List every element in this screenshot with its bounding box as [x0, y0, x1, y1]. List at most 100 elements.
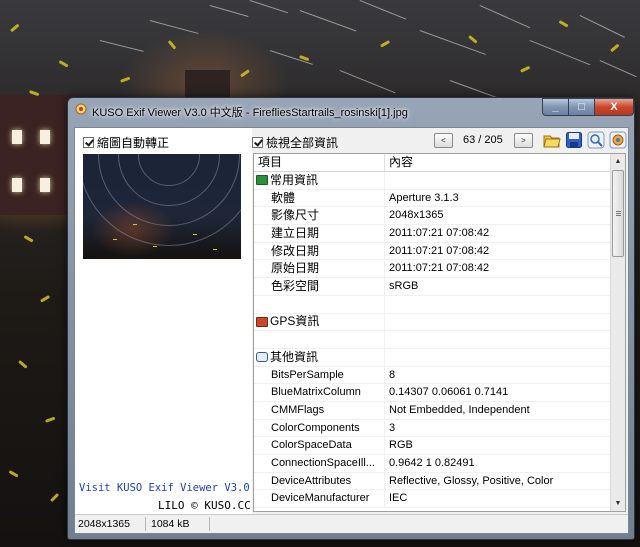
firefly	[23, 235, 34, 243]
close-button[interactable]: X	[594, 98, 634, 116]
item-name: DeviceAttributes	[254, 472, 385, 490]
prev-image-button[interactable]: <	[434, 133, 453, 148]
grip-line	[616, 215, 621, 216]
table-row[interactable]: 修改日期 2011:07:21 07:08:42	[254, 242, 610, 261]
vertical-scrollbar[interactable]: ▲ ▼	[610, 154, 625, 511]
window-title: KUSO Exif Viewer V3.0 中文版 - FirefliesSta…	[92, 107, 408, 119]
grip-line	[616, 211, 621, 212]
lit-window	[40, 178, 50, 192]
auto-rotate-checkbox-row[interactable]: 縮圖自動轉正	[83, 134, 169, 151]
scroll-up-arrow-icon[interactable]: ▲	[611, 154, 625, 169]
grip-line	[616, 213, 621, 214]
image-thumbnail[interactable]	[83, 154, 241, 259]
section-label: 常用資訊	[254, 172, 385, 189]
cell-text: 原始日期	[271, 261, 320, 276]
star-trail	[209, 5, 249, 17]
item-name: 修改日期	[254, 242, 385, 260]
status-filesize: 1084 kB	[148, 517, 210, 531]
cell-text: DeviceManufacturer	[271, 492, 370, 505]
table-row[interactable]: DeviceAttributes Reflective, Glossy, Posi…	[254, 472, 610, 491]
table-row[interactable]: ConnectionSpaceIll... 0.9642 1 0.82491	[254, 455, 610, 473]
table-row[interactable]: DeviceManufacturer IEC	[254, 490, 610, 509]
item-name: DeviceManufacturer	[254, 490, 385, 508]
star-trail	[149, 20, 199, 34]
item-name: 色彩空間	[254, 278, 385, 295]
show-all-checkbox[interactable]	[252, 137, 263, 148]
item-name: CMMFlags	[254, 401, 385, 419]
cell-text: BitsPerSample	[271, 368, 344, 381]
auto-rotate-checkbox[interactable]	[83, 137, 94, 148]
table-row[interactable]: 軟體 Aperture 3.1.3	[254, 189, 610, 208]
firefly	[58, 60, 69, 68]
item-value: IEC	[389, 492, 408, 505]
table-row[interactable]: 常用資訊	[254, 172, 610, 190]
table-row[interactable]: ColorComponents 3	[254, 419, 610, 438]
firefly	[380, 40, 391, 48]
save-icon[interactable]	[565, 131, 583, 149]
scrollbar-thumb[interactable]	[612, 170, 624, 257]
firefly	[240, 69, 250, 78]
show-all-checkbox-row[interactable]: 檢視全部資訊	[252, 134, 338, 151]
minimize-button[interactable]: _	[542, 98, 569, 116]
image-counter: 63 / 205	[463, 134, 503, 146]
scroll-down-arrow-icon[interactable]: ▼	[611, 496, 625, 511]
cell-text: 建立日期	[271, 226, 320, 241]
item-value: RGB	[389, 439, 413, 452]
cell-text: BlueMatrixColumn	[271, 386, 361, 399]
cell-text: ConnectionSpaceIll...	[271, 457, 375, 469]
toolbar: 檢視全部資訊 < 63 / 205 >	[252, 128, 628, 154]
item-value	[385, 331, 610, 348]
firefly	[610, 43, 620, 53]
item-name: 軟體	[254, 189, 385, 207]
firefly	[8, 470, 19, 478]
table-row[interactable]: CMMFlags Not Embedded, Independent	[254, 401, 610, 420]
settings-icon[interactable]	[609, 131, 627, 149]
firefly	[10, 23, 20, 33]
item-value: 3	[389, 421, 396, 434]
table-row[interactable]: 其他資訊	[254, 348, 610, 367]
left-panel: 縮圖自動轉正 Visit KUSO Exif Viewer V3.0 Site …	[75, 128, 281, 533]
table-body: 常用資訊軟體 Aperture 3.1.3 影像尺寸 2048x1365 建立日期 201…	[254, 172, 610, 509]
table-row[interactable]: ColorSpaceData RGB	[254, 437, 610, 455]
cell-text: 常用資訊	[270, 172, 319, 187]
item-name: ConnectionSpaceIll...	[254, 455, 385, 472]
column-header-content[interactable]: 內容	[385, 154, 610, 171]
open-folder-icon[interactable]	[543, 131, 561, 149]
maximize-button[interactable]: □	[568, 98, 595, 116]
item-value: Not Embedded, Independent	[389, 403, 530, 416]
firefly	[193, 234, 197, 235]
table-row[interactable]: 建立日期 2011:07:21 07:08:42	[254, 225, 610, 243]
status-bar: 2048x1365 1084 kB	[75, 514, 628, 533]
cell-text: 修改日期	[271, 243, 320, 258]
table-row[interactable]	[254, 295, 610, 314]
visit-site-link[interactable]: Visit KUSO Exif Viewer V3.0 Site	[79, 482, 281, 494]
cell-text: DeviceAttributes	[271, 474, 352, 487]
next-image-button[interactable]: >	[514, 133, 533, 148]
table-row[interactable]: BitsPerSample 8	[254, 366, 610, 385]
table-row[interactable]: 色彩空間 sRGB	[254, 278, 610, 296]
item-value: 8	[389, 368, 396, 381]
item-name: 建立日期	[254, 225, 385, 242]
search-icon[interactable]	[587, 131, 605, 149]
item-value: Aperture 3.1.3	[389, 191, 459, 204]
item-value: 2011:07:21 07:08:42	[389, 227, 490, 240]
house-silhouette	[0, 95, 75, 215]
item-value: 0.9642 1 0.82491	[389, 457, 475, 469]
table-row[interactable]: GPS資訊	[254, 313, 610, 332]
cell-text: ColorComponents	[271, 421, 360, 434]
lit-window	[40, 130, 50, 144]
title-bar[interactable]: KUSO Exif Viewer V3.0 中文版 - FirefliesSta…	[68, 98, 634, 122]
firefly	[120, 76, 131, 83]
table-row[interactable]	[254, 331, 610, 349]
item-value: 2011:07:21 07:08:42	[389, 262, 490, 275]
item-name: 影像尺寸	[254, 207, 385, 225]
firefly	[50, 492, 60, 503]
star-trail	[479, 5, 531, 29]
house-silhouette	[185, 70, 230, 100]
item-value	[385, 172, 610, 189]
table-row[interactable]: BlueMatrixColumn 0.14307 0.06061 0.7141	[254, 384, 610, 402]
table-row[interactable]: 影像尺寸 2048x1365	[254, 207, 610, 226]
column-header-item[interactable]: 項目	[254, 154, 385, 171]
cell-text: 影像尺寸	[271, 208, 320, 223]
table-row[interactable]: 原始日期 2011:07:21 07:08:42	[254, 260, 610, 279]
